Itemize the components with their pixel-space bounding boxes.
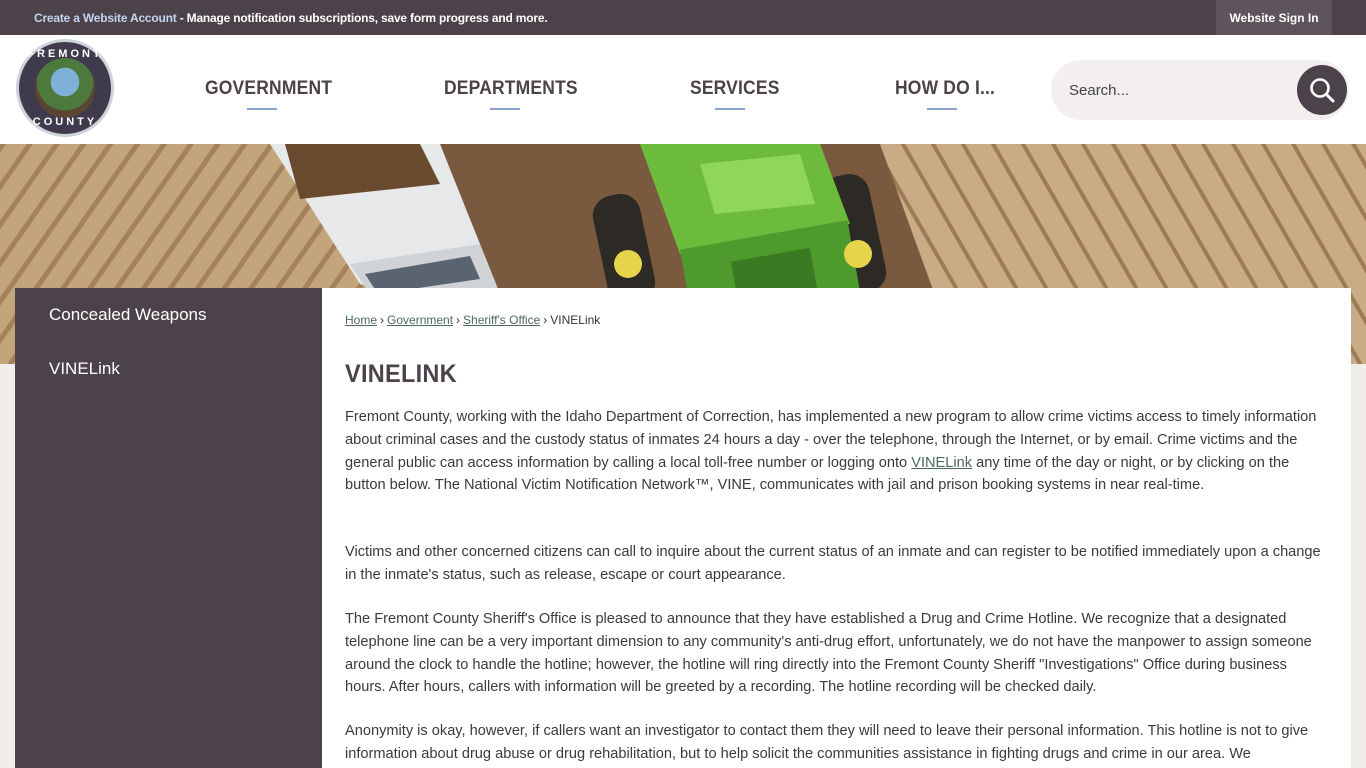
- page-title: VINELINK: [345, 360, 457, 388]
- breadcrumb-separator: ›: [380, 313, 385, 327]
- anonymity-paragraph: Anonymity is okay, however, if callers w…: [345, 723, 1309, 762]
- nav-government-underline: [247, 108, 277, 110]
- sidebar-item-vinelink[interactable]: VINELink: [49, 359, 120, 379]
- vinelink-link[interactable]: VINELink: [911, 455, 972, 471]
- site-header: FREMONT COUNTY GOVERNMENT DEPARTMENTS SE…: [0, 35, 1366, 144]
- hotline-paragraph: The Fremont County Sheriff's Office is p…: [345, 611, 1312, 696]
- nav-departments-underline: [490, 108, 520, 110]
- nav-services-underline: [715, 108, 745, 110]
- logo-top-text: FREMONT: [27, 48, 103, 60]
- logo-emblem: [35, 58, 95, 118]
- notification-text: Create a Website Account - Manage notifi…: [34, 11, 548, 25]
- nav-how-do-i-underline: [927, 108, 957, 110]
- breadcrumb-separator: ›: [543, 313, 548, 327]
- breadcrumb-separator: ›: [456, 313, 461, 327]
- breadcrumb-sheriffs-office[interactable]: Sheriff's Office: [463, 313, 540, 327]
- search-button[interactable]: [1297, 65, 1347, 115]
- breadcrumb-home[interactable]: Home: [345, 313, 377, 327]
- search-input[interactable]: [1069, 78, 1289, 102]
- breadcrumb-current: VINELink: [550, 313, 601, 327]
- search-icon: [1310, 78, 1335, 103]
- sidebar-item-concealed-weapons[interactable]: Concealed Weapons: [49, 305, 207, 325]
- county-logo[interactable]: FREMONT COUNTY: [16, 39, 114, 137]
- logo-bottom-text: COUNTY: [32, 116, 98, 128]
- notification-bar: Create a Website Account - Manage notifi…: [0, 0, 1366, 35]
- nav-how-do-i[interactable]: HOW DO I...: [895, 78, 995, 100]
- search-box: [1051, 60, 1349, 120]
- victims-paragraph: Victims and other concerned citizens can…: [345, 544, 1321, 583]
- breadcrumb-government[interactable]: Government: [387, 313, 453, 327]
- website-sign-in-button[interactable]: Website Sign In: [1216, 0, 1332, 35]
- nav-services[interactable]: SERVICES: [690, 78, 780, 100]
- sidebar-nav: Concealed Weapons VINELink: [15, 288, 322, 768]
- create-account-link[interactable]: Create a Website Account: [34, 11, 177, 25]
- notification-description: - Manage notification subscriptions, sav…: [176, 11, 548, 25]
- nav-departments[interactable]: DEPARTMENTS: [444, 78, 578, 100]
- breadcrumb: Home › Government › Sheriff's Office › VINELin…: [345, 313, 600, 327]
- intro-paragraph: Fremont County, working with the Idaho D…: [345, 406, 1330, 497]
- nav-government[interactable]: GOVERNMENT: [205, 78, 332, 100]
- main-content: Home › Government › Sheriff's Office › VINELin…: [322, 288, 1351, 768]
